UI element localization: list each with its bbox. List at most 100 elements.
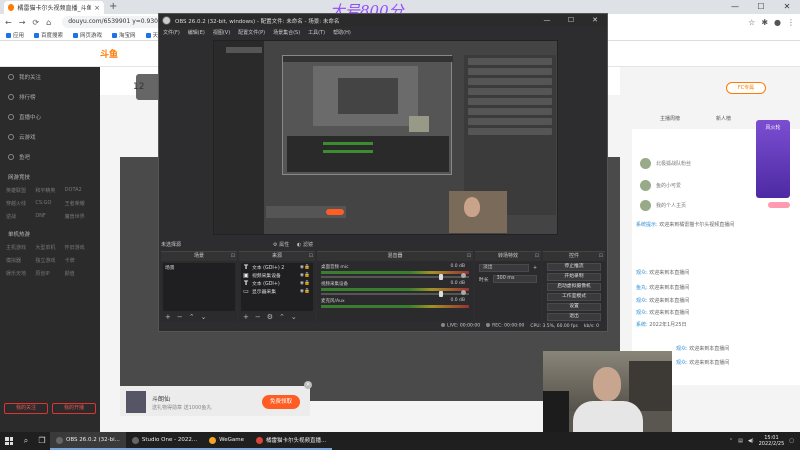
extensions-icon[interactable]: ✱ bbox=[761, 18, 768, 27]
category-link[interactable]: 模拟器 bbox=[6, 257, 35, 264]
claim-gift-button[interactable]: 免费领取 bbox=[262, 395, 300, 409]
clock[interactable]: 15:01 2022/2/25 bbox=[759, 435, 785, 447]
bookmark-item[interactable]: 网页游戏 bbox=[73, 31, 102, 39]
menu-profile[interactable]: 配置文件(P) bbox=[238, 29, 265, 36]
menu-edit[interactable]: 编辑(E) bbox=[188, 29, 205, 36]
properties-button[interactable]: ⚙ 属性 bbox=[273, 241, 289, 248]
exit-button[interactable]: 退出 bbox=[547, 313, 601, 321]
back-icon[interactable]: ← bbox=[5, 18, 12, 27]
category-link[interactable]: 原创IP bbox=[35, 270, 64, 277]
search-icon[interactable]: ⌕ bbox=[18, 432, 34, 450]
category-link[interactable]: 怀旧游戏 bbox=[65, 244, 94, 251]
taskbar-app-chrome[interactable]: 橘雷猫卡尔头视频直播... bbox=[249, 432, 333, 450]
category-link[interactable]: 主机游戏 bbox=[6, 244, 35, 251]
virtual-camera-button[interactable]: 启动虚拟摄像机 bbox=[547, 283, 601, 291]
volume-slider[interactable] bbox=[321, 274, 469, 280]
menu-view[interactable]: 视图(V) bbox=[213, 29, 230, 36]
taskbar-app-wegame[interactable]: WeGame bbox=[203, 432, 250, 450]
source-item[interactable]: T 文本 (GDI+) ◉🔒 bbox=[241, 279, 313, 287]
sidebar-item-cloudgame[interactable]: 云游戏 bbox=[0, 127, 100, 147]
category-link[interactable]: 大型单机 bbox=[35, 244, 64, 251]
studio-mode-button[interactable]: 工作室模式 bbox=[547, 293, 601, 301]
tab-close-icon[interactable]: × bbox=[94, 4, 100, 12]
sidebar-item-center[interactable]: 直播中心 bbox=[0, 107, 100, 127]
menu-scene-collection[interactable]: 场景集合(S) bbox=[273, 29, 300, 36]
bookmark-item[interactable]: 淘宝网 bbox=[112, 31, 136, 39]
category-link[interactable]: 卡牌 bbox=[65, 257, 94, 264]
speaker-icon[interactable] bbox=[461, 273, 466, 278]
stop-streaming-button[interactable]: 停止推流 bbox=[547, 263, 601, 271]
dock-close-icon[interactable]: ⊡ bbox=[535, 252, 539, 261]
obs-maximize-button[interactable]: ☐ bbox=[559, 14, 583, 27]
scene-item[interactable]: 场景 bbox=[163, 263, 235, 271]
duration-input[interactable]: 300 ms bbox=[492, 275, 537, 283]
network-icon[interactable]: ▤ bbox=[738, 438, 743, 444]
star-icon[interactable]: ☆ bbox=[748, 18, 755, 27]
source-item[interactable]: ▣ 视频采集设备 ◉🔒 bbox=[241, 271, 313, 279]
category-link[interactable]: 颜值 bbox=[65, 270, 94, 277]
visibility-eye-icon[interactable]: ◉🔒 bbox=[300, 289, 313, 294]
bookmark-item[interactable]: 百度搜索 bbox=[34, 31, 63, 39]
bookmark-item[interactable]: 应用 bbox=[6, 31, 24, 39]
source-item[interactable]: ▭ 显示器采集 ◉🔒 bbox=[241, 287, 313, 295]
slider-knob[interactable] bbox=[439, 291, 443, 297]
category-link[interactable]: 魔兽世界 bbox=[65, 213, 94, 220]
category-link[interactable]: 英雄联盟 bbox=[6, 187, 35, 194]
my-follow-button[interactable]: 我的关注 bbox=[4, 403, 48, 414]
category-link[interactable]: 穿越火线 bbox=[6, 200, 35, 207]
category-link[interactable]: 逆战 bbox=[6, 213, 35, 220]
menu-icon[interactable]: ⋮ bbox=[787, 18, 795, 27]
rank-row[interactable]: 我的个人主页 bbox=[640, 198, 790, 212]
rank-tab-weekly[interactable]: 主播周榜 bbox=[660, 115, 680, 122]
forward-icon[interactable]: → bbox=[19, 18, 26, 27]
visibility-eye-icon[interactable]: ◉🔒 bbox=[300, 265, 313, 270]
volume-slider[interactable] bbox=[321, 291, 469, 297]
dock-close-icon[interactable]: ⊡ bbox=[231, 252, 235, 261]
settings-button[interactable]: 设置 bbox=[547, 303, 601, 311]
window-minimize-button[interactable]: — bbox=[722, 0, 748, 14]
slider-knob[interactable] bbox=[439, 274, 443, 280]
add-icon[interactable]: + bbox=[533, 266, 537, 271]
volume-icon[interactable]: ◀) bbox=[748, 438, 754, 444]
category-link[interactable]: 娱乐天地 bbox=[6, 270, 35, 277]
speaker-icon[interactable] bbox=[461, 290, 466, 295]
obs-preview[interactable] bbox=[161, 39, 605, 251]
taskbar-app-studio-one[interactable]: Studio One - 2022... bbox=[125, 432, 204, 450]
dock-close-icon[interactable]: ⊡ bbox=[309, 252, 313, 261]
menu-help[interactable]: 帮助(H) bbox=[333, 29, 351, 36]
taskbar-app-obs[interactable]: OBS 26.0.2 (32-bi... bbox=[50, 432, 126, 450]
sidebar-item-follow[interactable]: 我的关注 bbox=[0, 67, 100, 87]
category-link[interactable]: 独立游戏 bbox=[35, 257, 64, 264]
category-link[interactable]: CS:GO bbox=[35, 200, 64, 207]
obs-close-button[interactable]: ✕ bbox=[583, 14, 607, 27]
start-broadcast-button[interactable]: 我的开播 bbox=[52, 403, 96, 414]
start-recording-button[interactable]: 开始录制 bbox=[547, 273, 601, 281]
tray-chevron-icon[interactable]: ⌃ bbox=[729, 438, 733, 444]
window-maximize-button[interactable]: ☐ bbox=[748, 0, 774, 14]
promo-badge[interactable]: 风火轮 bbox=[756, 120, 790, 198]
dock-close-icon[interactable]: ⊡ bbox=[599, 252, 603, 261]
gift-close-icon[interactable]: × bbox=[304, 381, 312, 389]
dock-close-icon[interactable]: ⊡ bbox=[467, 252, 471, 261]
notification-icon[interactable]: ▢ bbox=[789, 438, 794, 444]
obs-minimize-button[interactable]: — bbox=[535, 14, 559, 27]
browser-tab[interactable]: 橘雷猫卡尔头视频直播_斗鱼直播间 × bbox=[4, 1, 104, 14]
start-button[interactable] bbox=[0, 432, 18, 450]
new-tab-button[interactable]: + bbox=[109, 1, 117, 12]
sidebar-item-rank[interactable]: 排行榜 bbox=[0, 87, 100, 107]
transition-select[interactable]: 淡出 bbox=[479, 264, 529, 272]
visibility-eye-icon[interactable]: ◉🔒 bbox=[300, 273, 313, 278]
home-icon[interactable]: ⌂ bbox=[46, 18, 51, 27]
reload-icon[interactable]: ⟳ bbox=[32, 18, 39, 27]
profile-icon[interactable]: ● bbox=[774, 18, 781, 27]
category-link[interactable]: 和平精英 bbox=[35, 187, 64, 194]
menu-file[interactable]: 文件(F) bbox=[163, 29, 180, 36]
sidebar-item-fishbar[interactable]: 鱼吧 bbox=[0, 147, 100, 167]
rank-tab-new[interactable]: 新人榜 bbox=[716, 115, 731, 122]
menu-tools[interactable]: 工具(T) bbox=[308, 29, 325, 36]
category-link[interactable]: DOTA2 bbox=[65, 187, 94, 194]
douyu-logo[interactable]: 斗鱼 bbox=[100, 47, 118, 60]
source-item[interactable]: T 文本 (GDI+) 2 ◉🔒 bbox=[241, 263, 313, 271]
visibility-eye-icon[interactable]: ◉🔒 bbox=[300, 281, 313, 286]
filters-button[interactable]: ◐ 滤镜 bbox=[297, 241, 313, 248]
